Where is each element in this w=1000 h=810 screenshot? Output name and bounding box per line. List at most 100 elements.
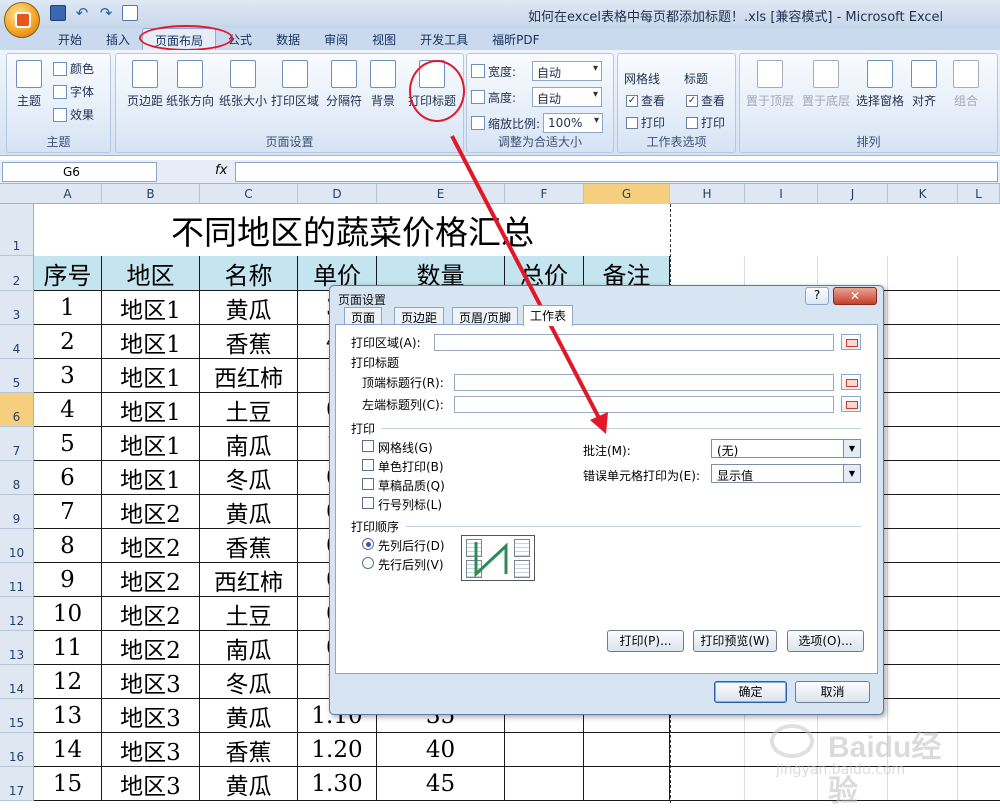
cell[interactable]: 9 <box>34 563 102 596</box>
name-box[interactable]: G6 <box>2 162 157 182</box>
cell[interactable]: 12 <box>34 665 102 698</box>
cell[interactable]: 名称 <box>200 256 298 290</box>
cell[interactable]: 40 <box>377 733 505 766</box>
cell[interactable] <box>888 563 958 596</box>
cell[interactable] <box>888 767 958 800</box>
row-header[interactable]: 8 <box>0 461 34 495</box>
tab-insert[interactable]: 插入 <box>94 28 142 50</box>
cancel-button[interactable]: 取消 <box>795 681 870 703</box>
row-header[interactable]: 17 <box>0 767 34 801</box>
tab-formulas[interactable]: 公式 <box>216 28 264 50</box>
ok-button[interactable]: 确定 <box>714 681 787 703</box>
collapse-dialog-icon[interactable] <box>841 334 861 350</box>
over-then-down-radio[interactable] <box>362 557 374 569</box>
save-icon[interactable] <box>50 5 66 21</box>
cell[interactable]: 2 <box>34 325 102 358</box>
theme-colors-button[interactable]: 颜色 <box>53 60 94 77</box>
print-button[interactable]: 打印(P)... <box>607 630 684 652</box>
close-button[interactable]: ✕ <box>833 287 877 305</box>
cell[interactable] <box>888 291 958 324</box>
column-header[interactable]: I <box>745 184 818 204</box>
row-header[interactable]: 5 <box>0 359 34 393</box>
row-header[interactable]: 13 <box>0 631 34 665</box>
row-header[interactable]: 10 <box>0 529 34 563</box>
cell[interactable]: 香蕉 <box>200 529 298 562</box>
dialog-tab-margins[interactable]: 页边距 <box>394 307 445 325</box>
cell[interactable]: 土豆 <box>200 393 298 426</box>
cell[interactable]: 15 <box>34 767 102 800</box>
cell[interactable] <box>888 461 958 494</box>
theme-effects-button[interactable]: 效果 <box>53 106 94 123</box>
cell[interactable]: 地区1 <box>102 427 200 460</box>
collapse-dialog-icon[interactable] <box>841 374 861 390</box>
headings-print-check[interactable]: 打印 <box>686 114 725 131</box>
tab-data[interactable]: 数据 <box>264 28 312 50</box>
cell[interactable]: 序号 <box>34 256 102 290</box>
cell[interactable]: 3 <box>34 359 102 392</box>
cell[interactable]: 1 <box>34 291 102 324</box>
cols-repeat-input[interactable] <box>454 396 834 413</box>
cell[interactable] <box>888 427 958 460</box>
cell[interactable]: 地区2 <box>102 529 200 562</box>
tab-foxit-pdf[interactable]: 福昕PDF <box>480 28 551 50</box>
row-header[interactable]: 4 <box>0 325 34 359</box>
height-dropdown[interactable]: 自动 <box>532 87 603 107</box>
cell[interactable]: 10 <box>34 597 102 630</box>
themes-button[interactable]: 主题 <box>7 60 51 109</box>
cell[interactable]: 1.20 <box>298 733 377 766</box>
cell[interactable]: 13 <box>34 699 102 732</box>
row-header[interactable]: 6 <box>0 393 34 427</box>
undo-icon[interactable]: ↶ <box>74 5 90 21</box>
fx-icon[interactable]: fx <box>215 163 227 178</box>
gridlines-checkbox[interactable] <box>362 440 374 452</box>
row-header[interactable]: 9 <box>0 495 34 529</box>
column-header[interactable]: J <box>818 184 888 204</box>
rowcol-checkbox[interactable] <box>362 497 374 509</box>
row-header[interactable]: 14 <box>0 665 34 699</box>
cell[interactable]: 7 <box>34 495 102 528</box>
cell[interactable]: 45 <box>377 767 505 800</box>
row-header[interactable]: 16 <box>0 733 34 767</box>
office-button[interactable] <box>4 2 40 38</box>
row-header[interactable]: 12 <box>0 597 34 631</box>
cell[interactable]: 南瓜 <box>200 427 298 460</box>
cell[interactable]: 5 <box>34 427 102 460</box>
width-dropdown[interactable]: 自动 <box>532 61 603 81</box>
cell[interactable]: 地区3 <box>102 665 200 698</box>
cell[interactable]: 地区2 <box>102 495 200 528</box>
cell[interactable] <box>888 325 958 358</box>
cell[interactable] <box>888 393 958 426</box>
redo-icon[interactable]: ↷ <box>98 5 114 21</box>
cell[interactable] <box>888 631 958 664</box>
gridlines-print-check[interactable]: 打印 <box>626 114 665 131</box>
cell[interactable]: 西红柿 <box>200 563 298 596</box>
print-area-input[interactable] <box>434 334 834 351</box>
comments-select[interactable]: (无) <box>711 439 861 458</box>
column-header[interactable]: G <box>584 184 670 204</box>
column-header[interactable]: L <box>958 184 1000 204</box>
column-header[interactable]: F <box>505 184 584 204</box>
column-header[interactable]: K <box>888 184 958 204</box>
cell[interactable] <box>584 733 670 766</box>
errors-select[interactable]: 显示值 <box>711 464 861 483</box>
cell[interactable] <box>670 767 745 800</box>
cell[interactable]: 11 <box>34 631 102 664</box>
cell[interactable]: 西红柿 <box>200 359 298 392</box>
cell[interactable]: 冬瓜 <box>200 665 298 698</box>
column-header[interactable]: A <box>34 184 102 204</box>
tab-home[interactable]: 开始 <box>46 28 94 50</box>
cell[interactable]: 4 <box>34 393 102 426</box>
cell[interactable] <box>888 495 958 528</box>
selection-pane-button[interactable]: 选择窗格 <box>852 60 908 109</box>
cell[interactable]: 黄瓜 <box>200 699 298 732</box>
cell[interactable]: 地区1 <box>102 325 200 358</box>
draft-checkbox[interactable] <box>362 478 374 490</box>
bw-checkbox[interactable] <box>362 459 374 471</box>
theme-fonts-button[interactable]: 字体 <box>53 83 94 100</box>
cell[interactable]: 香蕉 <box>200 325 298 358</box>
cell[interactable]: 地区1 <box>102 393 200 426</box>
size-button[interactable]: 纸张大小 <box>214 60 272 109</box>
cell[interactable] <box>818 767 888 800</box>
cell[interactable] <box>584 767 670 800</box>
cell[interactable]: 黄瓜 <box>200 291 298 324</box>
